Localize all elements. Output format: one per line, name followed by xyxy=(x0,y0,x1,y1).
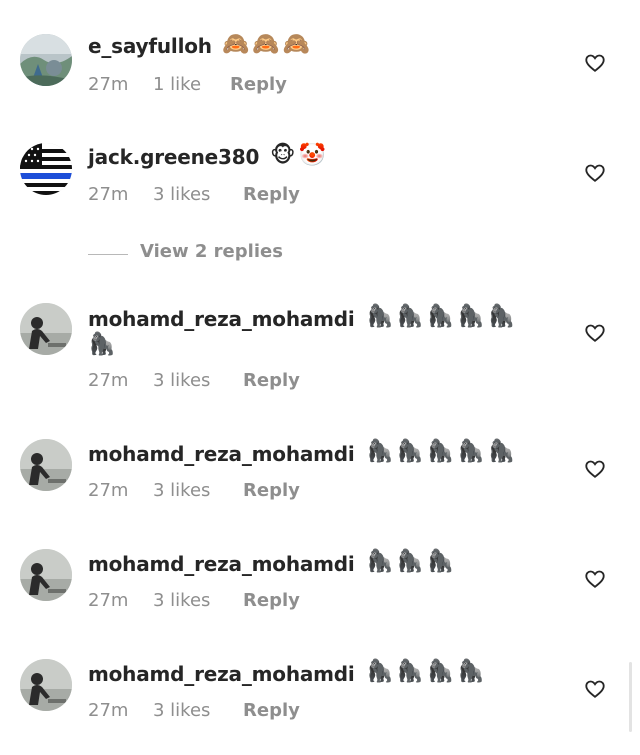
comment-emojis-continued: 🦍 xyxy=(88,332,119,357)
silhouette-avatar-image xyxy=(20,549,72,601)
username[interactable]: mohamd_reza_mohamdi xyxy=(88,552,355,576)
reply-button[interactable]: Reply xyxy=(243,370,300,391)
username[interactable]: jack.greene380 xyxy=(88,145,259,169)
replies-divider xyxy=(88,254,128,255)
heart-icon[interactable] xyxy=(584,162,606,184)
username[interactable]: mohamd_reza_mohamdi xyxy=(88,307,355,331)
heart-icon[interactable] xyxy=(584,678,606,700)
comment-emojis: 🦍🦍🦍🦍🦍 xyxy=(366,439,518,464)
timestamp: 27m xyxy=(88,590,129,611)
timestamp: 27m xyxy=(88,74,129,95)
flag-avatar-image xyxy=(20,143,72,195)
comment-emojis: 🦍🦍🦍🦍 xyxy=(366,659,488,684)
timestamp: 27m xyxy=(88,700,129,721)
comment-emojis: 🦍🦍🦍🦍🦍 xyxy=(366,304,518,329)
avatar[interactable] xyxy=(20,659,72,711)
like-count[interactable]: 3 likes xyxy=(153,184,210,205)
heart-icon[interactable] xyxy=(584,52,606,74)
reply-button[interactable]: Reply xyxy=(243,184,300,205)
comments-list: e_sayfulloh 🙈🙈🙈 27m 1 like Reply jack.gr… xyxy=(0,0,640,755)
reply-button[interactable]: Reply xyxy=(243,700,300,721)
reply-button[interactable]: Reply xyxy=(230,74,287,95)
like-count[interactable]: 1 like xyxy=(153,74,201,95)
scrollbar[interactable] xyxy=(629,662,632,732)
like-count[interactable]: 3 likes xyxy=(153,590,210,611)
comment-emojis: 🐵🤡 xyxy=(270,143,329,168)
username[interactable]: e_sayfulloh xyxy=(88,34,212,58)
timestamp: 27m xyxy=(88,480,129,501)
username[interactable]: mohamd_reza_mohamdi xyxy=(88,442,355,466)
reply-button[interactable]: Reply xyxy=(243,590,300,611)
heart-icon[interactable] xyxy=(584,458,606,480)
reply-button[interactable]: Reply xyxy=(243,480,300,501)
silhouette-avatar-image xyxy=(20,659,72,711)
like-count[interactable]: 3 likes xyxy=(153,480,210,501)
like-count[interactable]: 3 likes xyxy=(153,370,210,391)
silhouette-avatar-image xyxy=(20,303,72,355)
username[interactable]: mohamd_reza_mohamdi xyxy=(88,662,355,686)
comment-emojis: 🙈🙈🙈 xyxy=(222,32,314,57)
avatar[interactable] xyxy=(20,549,72,601)
heart-icon[interactable] xyxy=(584,568,606,590)
view-replies-label: View 2 replies xyxy=(140,241,283,262)
like-count[interactable]: 3 likes xyxy=(153,700,210,721)
heart-icon[interactable] xyxy=(584,322,606,344)
landscape-avatar-image xyxy=(20,34,72,86)
avatar[interactable] xyxy=(20,34,72,86)
timestamp: 27m xyxy=(88,184,129,205)
timestamp: 27m xyxy=(88,370,129,391)
silhouette-avatar-image xyxy=(20,439,72,491)
avatar[interactable] xyxy=(20,143,72,195)
comment-emojis: 🦍🦍🦍 xyxy=(366,549,458,574)
avatar[interactable] xyxy=(20,303,72,355)
avatar[interactable] xyxy=(20,439,72,491)
